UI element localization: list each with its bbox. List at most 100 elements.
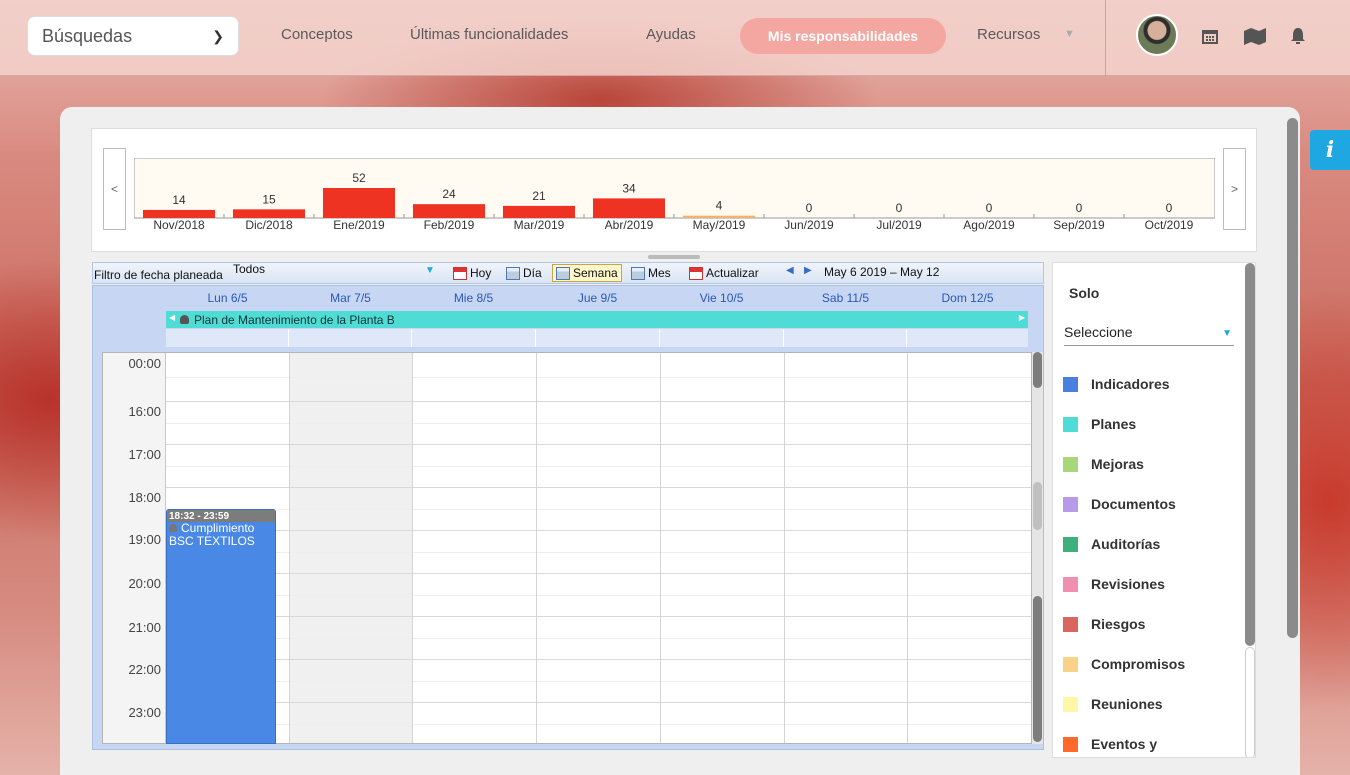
chart-category-label: Jul/2019 bbox=[876, 218, 922, 232]
half-hour-line bbox=[166, 377, 1031, 378]
semana-button[interactable]: Semana bbox=[552, 264, 622, 282]
hoy-label: Hoy bbox=[470, 266, 492, 280]
page-scrollbar[interactable] bbox=[1287, 118, 1298, 638]
search-dropdown-label: Búsquedas bbox=[42, 25, 133, 46]
nav-item-ultimas-funcionalidades[interactable]: Últimas funcionalidades bbox=[410, 26, 568, 43]
recursos-caret-icon[interactable]: ▼ bbox=[1064, 28, 1075, 40]
map-icon[interactable] bbox=[1243, 26, 1267, 46]
nav-item-conceptos[interactable]: Conceptos bbox=[281, 26, 353, 43]
mes-button[interactable]: Mes bbox=[628, 264, 674, 282]
hoy-button[interactable]: Hoy bbox=[450, 264, 494, 282]
day-divider bbox=[784, 353, 785, 743]
actualizar-button[interactable]: Actualizar bbox=[686, 264, 762, 282]
allday-event[interactable]: ◀ Plan de Mantenimiento de la Planta B ▶ bbox=[166, 311, 1028, 328]
day-header-jue[interactable]: Jue 9/5 bbox=[536, 291, 659, 305]
legend-item[interactable]: Reuniones bbox=[1063, 696, 1163, 712]
hour-line bbox=[166, 444, 1031, 445]
legend-swatch bbox=[1063, 536, 1078, 552]
half-hour-line bbox=[166, 466, 1031, 467]
legend-item[interactable]: Mejoras bbox=[1063, 456, 1144, 472]
nav-item-recursos[interactable]: Recursos bbox=[977, 26, 1040, 43]
event-title-line1: Cumplimiento bbox=[181, 521, 255, 535]
legend-label: Planes bbox=[1091, 416, 1137, 432]
chart-data-label: 0 bbox=[896, 201, 903, 215]
dia-label: Día bbox=[523, 266, 542, 280]
filter-caret-icon[interactable]: ▼ bbox=[425, 265, 435, 276]
legend-item[interactable]: Planes bbox=[1063, 416, 1136, 432]
day-header-lun[interactable]: Lun 6/5 bbox=[166, 291, 289, 305]
chart-data-label: 15 bbox=[262, 192, 276, 206]
legend-swatch bbox=[1063, 736, 1078, 752]
monthly-bar-chart: 14 Nov/2018 15 Dic/2018 52 Ene/2019 24 Feb/2019… bbox=[134, 158, 1215, 232]
hour-line bbox=[166, 659, 1031, 660]
today-column-shade bbox=[290, 353, 412, 743]
month-view-icon bbox=[631, 266, 645, 280]
calendar-scrollbar[interactable] bbox=[1032, 352, 1043, 744]
scroll-thumb[interactable] bbox=[1245, 263, 1255, 646]
dia-button[interactable]: Día bbox=[503, 264, 545, 282]
legend-item[interactable]: Auditorías bbox=[1063, 536, 1160, 552]
scroll-thumb[interactable] bbox=[1033, 596, 1042, 742]
day-header-sab[interactable]: Sab 11/5 bbox=[784, 291, 907, 305]
allday-empty-row[interactable] bbox=[166, 329, 1028, 347]
chart-bar[interactable] bbox=[593, 198, 665, 218]
legend-item[interactable]: Compromisos bbox=[1063, 656, 1185, 672]
calendar-event[interactable]: 18:32 - 23:59 Cumplimiento BSC TEXTILOS bbox=[166, 509, 276, 744]
hour-line bbox=[166, 616, 1031, 617]
nav-divider bbox=[1105, 0, 1106, 76]
hour-line bbox=[166, 530, 1031, 531]
filter-select[interactable]: Seleccione ▼ bbox=[1064, 320, 1234, 346]
semana-label: Semana bbox=[573, 266, 618, 280]
mes-label: Mes bbox=[648, 266, 671, 280]
legend-swatch bbox=[1063, 576, 1078, 592]
nav-item-ayudas[interactable]: Ayudas bbox=[646, 26, 696, 43]
day-header-mar[interactable]: Mar 7/5 bbox=[289, 291, 412, 305]
hour-label: 19:00 bbox=[128, 532, 161, 547]
chart-next-label: > bbox=[1230, 182, 1238, 196]
legend-item[interactable]: Revisiones bbox=[1063, 576, 1165, 592]
day-header-vie[interactable]: Vie 10/5 bbox=[660, 291, 783, 305]
chart-data-label: 52 bbox=[352, 171, 366, 185]
legend-swatch bbox=[1063, 456, 1078, 472]
filter-panel-scrollbar[interactable] bbox=[1243, 263, 1255, 757]
half-hour-line bbox=[166, 724, 1031, 725]
calendar-icon[interactable] bbox=[1200, 26, 1220, 46]
chart-bar[interactable] bbox=[503, 205, 575, 218]
chart-next-button[interactable]: > bbox=[1223, 148, 1246, 230]
chart-category-label: Nov/2018 bbox=[153, 218, 205, 232]
chart-data-label: 0 bbox=[1166, 201, 1173, 215]
bell-icon[interactable] bbox=[1288, 26, 1308, 46]
hour-label: 23:00 bbox=[128, 705, 161, 720]
chart-bar[interactable] bbox=[233, 209, 305, 218]
user-avatar[interactable] bbox=[1136, 14, 1178, 56]
hour-line bbox=[166, 573, 1031, 574]
legend-item[interactable]: Eventos y bbox=[1063, 736, 1157, 752]
legend-item[interactable]: Documentos bbox=[1063, 496, 1176, 512]
chart-category-label: May/2019 bbox=[693, 218, 746, 232]
chart-data-label: 21 bbox=[532, 189, 546, 203]
allday-divider bbox=[535, 329, 536, 347]
day-header-mie[interactable]: Mie 8/5 bbox=[412, 291, 535, 305]
half-hour-line bbox=[166, 638, 1031, 639]
legend-label: Reuniones bbox=[1091, 696, 1163, 712]
legend-label: Auditorías bbox=[1091, 536, 1161, 552]
scroll-thumb[interactable] bbox=[1033, 482, 1042, 530]
prev-week-icon[interactable]: ◀ bbox=[786, 265, 794, 276]
scroll-thumb[interactable] bbox=[1033, 352, 1042, 388]
chart-bar[interactable] bbox=[143, 209, 215, 218]
info-button[interactable]: i bbox=[1310, 130, 1350, 170]
hour-label: 17:00 bbox=[128, 447, 161, 462]
chart-bar[interactable] bbox=[323, 188, 395, 218]
search-dropdown[interactable]: Búsquedas ❯ bbox=[27, 16, 239, 56]
chart-bar[interactable] bbox=[413, 204, 485, 218]
legend-item[interactable]: Riesgos bbox=[1063, 616, 1145, 632]
chart-category-label: Mar/2019 bbox=[514, 218, 565, 232]
date-filter-select[interactable]: Todos bbox=[233, 262, 265, 276]
chart-prev-button[interactable]: < bbox=[103, 148, 126, 230]
nav-item-mis-responsabilidades[interactable]: Mis responsabilidades bbox=[740, 18, 946, 54]
legend-item[interactable]: Indicadores bbox=[1063, 376, 1170, 392]
day-header-dom[interactable]: Dom 12/5 bbox=[906, 291, 1029, 305]
top-navigation: Búsquedas ❯ Conceptos Últimas funcionali… bbox=[0, 0, 1350, 76]
splitter-handle[interactable] bbox=[648, 255, 700, 259]
next-week-icon[interactable]: ▶ bbox=[804, 265, 812, 276]
